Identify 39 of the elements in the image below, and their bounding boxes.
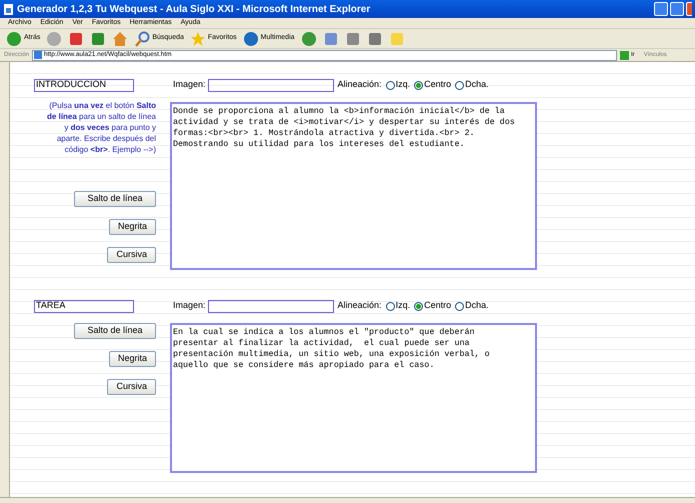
minimize-button[interactable]	[654, 2, 668, 16]
radio-label[interactable]: Dcha.	[465, 78, 489, 92]
page-icon	[3, 4, 14, 14]
alignment-radio[interactable]	[386, 302, 395, 310]
radio-label[interactable]: Dcha.	[465, 299, 489, 313]
page-icon	[34, 51, 42, 59]
radio-label[interactable]: Izq.	[396, 78, 410, 92]
format-button[interactable]: Negrita	[108, 219, 156, 235]
radio-label[interactable]: Izq.	[396, 299, 410, 313]
alignment-radio[interactable]	[414, 302, 424, 310]
stop-icon	[68, 30, 84, 46]
section-title-field[interactable]: INTRODUCCIÓN	[34, 78, 134, 92]
help-text: (Pulsa una vez el botón Salto de línea para un salto de línea y dos veces para punto y aparte. Escribe después del código <br>. Ejemplo -->)	[46, 100, 156, 155]
image-label: Imagen:	[173, 78, 206, 92]
close-button[interactable]	[686, 2, 692, 16]
maximize-button[interactable]	[670, 2, 684, 16]
alignment-label: Alineación:	[338, 78, 382, 92]
content-textarea[interactable]: En la cual se indica a los alumnos el "producto" que deberán presentar al finalizar la actividad, el cual puede ser una presentación multimedia, un sitio web, una exposición verbal, o aquello que se considere más apropiado para el caso.	[170, 323, 537, 473]
home-icon	[112, 30, 128, 46]
star-icon	[190, 30, 206, 46]
alignment-radio[interactable]	[414, 80, 424, 90]
section-title-field[interactable]: TAREA	[34, 300, 134, 312]
window-title: Generador 1,2,3 Tu Webquest - Aula Siglo XXI - Microsoft Internet Explorer	[17, 2, 370, 16]
format-button[interactable]: Negrita	[108, 351, 156, 367]
radio-label[interactable]: Centro	[424, 299, 452, 313]
content-textarea[interactable]: Donde se proporciona al alumno la <b>información inicial</b> de la actividad y se trata de <i>motivar</i> y despertar su interés de dos formas:<br><br> 1. Mostrándola atractiva y divertida.<br> 2. Demostrando su utilidad para los intereses del estudiante.	[170, 102, 537, 270]
image-field[interactable]	[208, 78, 334, 92]
image-field[interactable]	[208, 300, 334, 312]
format-button[interactable]: Salto de línea	[74, 191, 156, 207]
alignment-label: Alineación:	[338, 299, 382, 312]
image-label: Imagen:	[173, 299, 206, 312]
radio-label[interactable]: Centro	[424, 78, 452, 92]
format-button[interactable]: Cursiva	[107, 379, 156, 395]
format-button[interactable]: Salto de línea	[74, 323, 156, 339]
search-icon	[134, 30, 150, 46]
alignment-radio[interactable]	[455, 80, 464, 90]
alignment-radio[interactable]	[386, 80, 395, 90]
alignment-radio[interactable]	[455, 302, 464, 310]
format-button[interactable]: Cursiva	[107, 247, 156, 263]
